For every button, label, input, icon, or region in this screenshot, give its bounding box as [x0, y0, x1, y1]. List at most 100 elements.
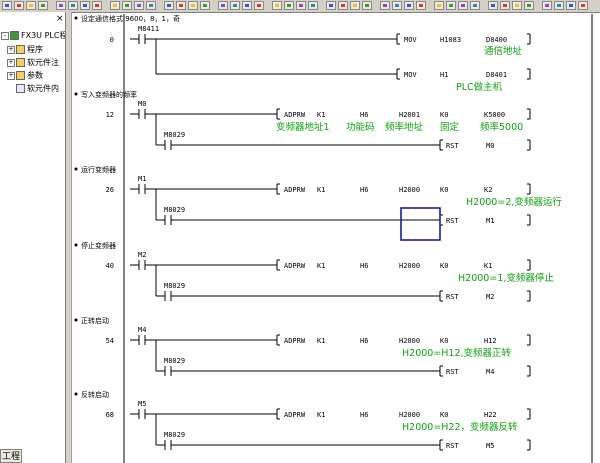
toolbar-button[interactable]	[500, 1, 510, 10]
toolbar-button[interactable]	[2, 1, 12, 10]
toolbar-button[interactable]	[404, 1, 414, 10]
project-root[interactable]: - FX3U PLC程	[1, 30, 65, 41]
ladder-diagram: 设定通信格式 9600，8，1，奇 0 M8411 MOV H1083 D8400通信地址…	[74, 14, 593, 463]
toolbar-button[interactable]	[14, 1, 24, 10]
toolbar-button[interactable]	[566, 1, 576, 10]
tool-icon	[437, 4, 441, 7]
rung-comment: 正转启动	[81, 316, 109, 325]
folder-icon	[16, 45, 25, 54]
comment-bullet	[74, 318, 78, 322]
toolbar-button[interactable]	[470, 1, 480, 10]
tool-icon	[167, 4, 171, 7]
operand: H2000	[399, 186, 420, 194]
tool-icon	[527, 4, 531, 7]
tree-item-device-comment[interactable]: + 软元件注	[7, 57, 59, 68]
collapse-icon[interactable]: -	[1, 31, 9, 40]
toolbar-button[interactable]	[230, 1, 240, 10]
tool-icon	[29, 4, 33, 7]
toolbar-button[interactable]	[110, 1, 120, 10]
tool-icon	[383, 4, 387, 7]
toolbar-button[interactable]	[542, 1, 552, 10]
expand-icon[interactable]: +	[7, 71, 15, 80]
operand: K2	[484, 186, 492, 194]
operand: H6	[360, 411, 368, 419]
toolbar-button[interactable]	[146, 1, 156, 10]
toolbar-button[interactable]	[308, 1, 318, 10]
tree-item-parameter[interactable]: + 参数	[7, 70, 43, 81]
operand-note: 固定	[440, 121, 460, 133]
toolbar-button[interactable]	[242, 1, 252, 10]
operand: H1083	[440, 36, 461, 44]
toolbar-button[interactable]	[338, 1, 348, 10]
instruction-mnemonic: RST	[446, 217, 459, 225]
project-tab[interactable]: 工程	[0, 449, 22, 463]
operand: D8401	[486, 71, 507, 79]
tool-icon	[515, 4, 519, 7]
toolbar-button[interactable]	[380, 1, 390, 10]
tool-icon	[419, 4, 423, 7]
toolbar-button[interactable]	[326, 1, 336, 10]
expand-icon[interactable]: +	[7, 45, 15, 54]
toolbar-button[interactable]	[446, 1, 456, 10]
toolbar-button[interactable]	[350, 1, 360, 10]
operand-note: 功能码	[346, 121, 375, 133]
operand: K1	[317, 411, 325, 419]
rung-comment: 反转启动	[81, 390, 109, 399]
toolbar-button[interactable]	[200, 1, 210, 10]
step-number: 40	[106, 262, 114, 270]
project-tree-panel: × - FX3U PLC程 + 程序 + 软元件注 + 参数 软元件内 工程	[0, 12, 66, 463]
toolbar-button[interactable]	[296, 1, 306, 10]
tree-item-program[interactable]: + 程序	[7, 44, 43, 55]
toolbar-button[interactable]	[188, 1, 198, 10]
toolbar-button[interactable]	[554, 1, 564, 10]
operand: H6	[360, 111, 368, 119]
toolbar-button[interactable]	[458, 1, 468, 10]
operand: K1	[317, 186, 325, 194]
operand: K0	[440, 262, 448, 270]
folder-icon	[16, 71, 25, 80]
comment-bullet	[74, 16, 78, 20]
toolbar-button[interactable]	[218, 1, 228, 10]
toolbar-button[interactable]	[284, 1, 294, 10]
toolbar-button[interactable]	[362, 1, 372, 10]
instruction-mnemonic: MOV	[404, 71, 417, 79]
toolbar-button[interactable]	[56, 1, 66, 10]
toolbar-button[interactable]	[68, 1, 78, 10]
toolbar-button[interactable]	[524, 1, 534, 10]
toolbar-button[interactable]	[488, 1, 498, 10]
tool-icon	[275, 4, 279, 7]
operand-note: 变频器地址1	[276, 121, 330, 133]
toolbar-button[interactable]	[26, 1, 36, 10]
tree-item-device-memory[interactable]: 软元件内	[16, 83, 59, 94]
toolbar-button[interactable]	[392, 1, 402, 10]
contact-label: M8411	[138, 25, 159, 33]
toolbar-button[interactable]	[80, 1, 90, 10]
toolbar-button[interactable]	[416, 1, 426, 10]
toolbar-button[interactable]	[122, 1, 132, 10]
toolbar-button[interactable]	[38, 1, 48, 10]
expand-icon[interactable]: +	[7, 58, 15, 67]
toolbar-button[interactable]	[512, 1, 522, 10]
toolbar-button[interactable]	[434, 1, 444, 10]
ladder-editor[interactable]: 设定通信格式 9600，8，1，奇 0 M8411 MOV H1083 D8400 通信地址…	[72, 12, 600, 463]
rung-comment: 设定通信格式 9600，8，1，奇	[81, 14, 180, 23]
toolbar-button[interactable]	[176, 1, 186, 10]
operand: K1	[484, 262, 492, 270]
tool-icon	[179, 4, 183, 7]
folder-icon	[16, 58, 25, 67]
toolbar-button[interactable]	[134, 1, 144, 10]
toolbar-button[interactable]	[254, 1, 264, 10]
toolbar-button[interactable]	[164, 1, 174, 10]
operand-note: 频率地址	[385, 121, 424, 133]
tool-icon	[569, 4, 573, 7]
close-icon[interactable]: ×	[56, 14, 64, 24]
tool-icon	[245, 4, 249, 7]
toolbar-button[interactable]	[272, 1, 282, 10]
annotation: 通信地址	[484, 45, 523, 57]
tool-icon	[287, 4, 291, 7]
operand: K0	[440, 186, 448, 194]
tool-icon	[83, 4, 87, 7]
toolbar-button[interactable]	[92, 1, 102, 10]
tool-icon	[503, 4, 507, 7]
toolbar-button[interactable]	[578, 1, 588, 10]
